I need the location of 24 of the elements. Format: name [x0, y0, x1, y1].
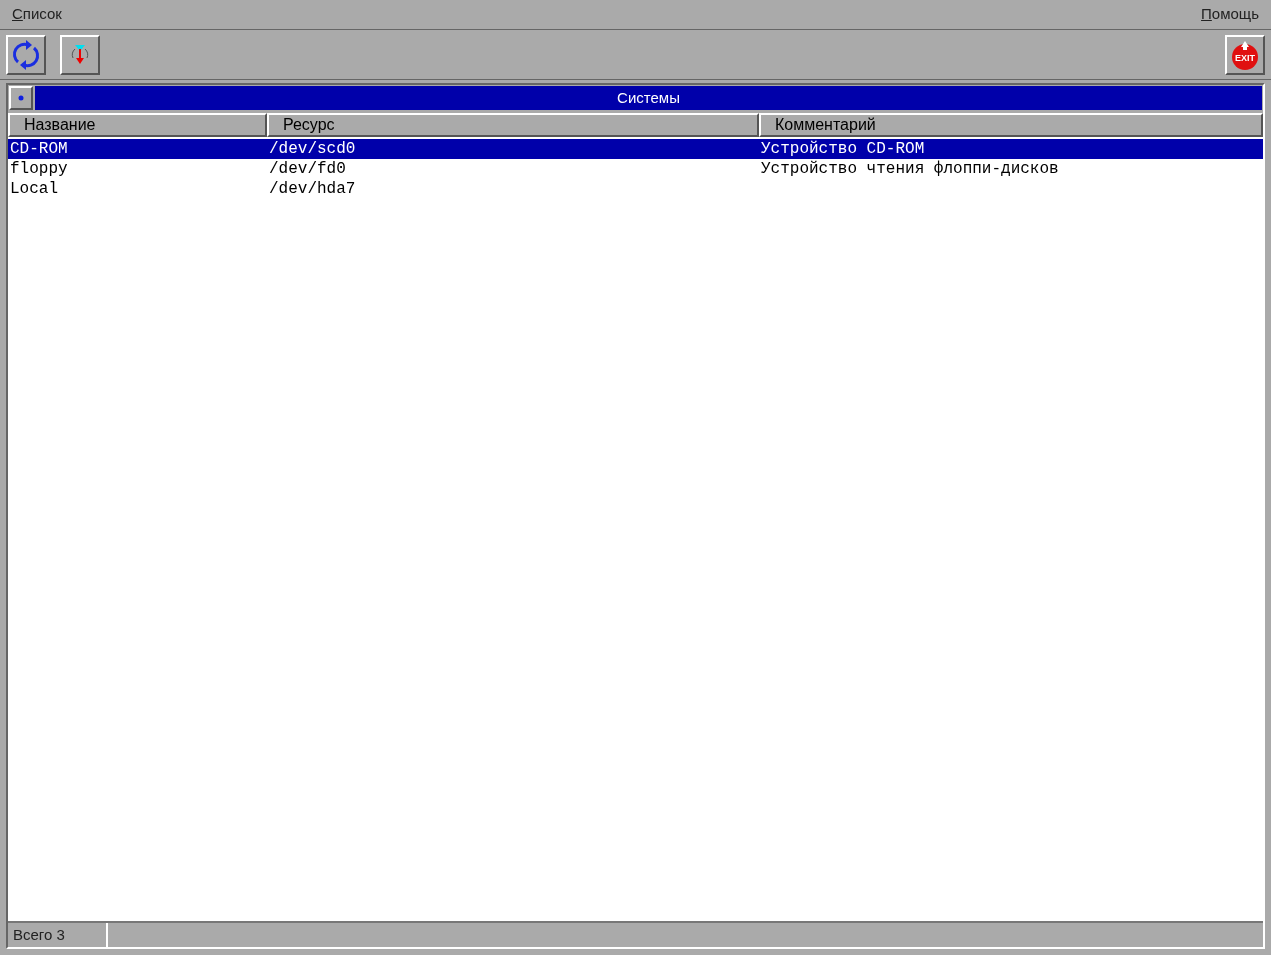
panel-title: Системы: [35, 86, 1262, 110]
table-cell: Local: [10, 180, 58, 198]
table-cell: CD-ROM: [10, 140, 68, 158]
table-cell: Устройство чтения флоппи-дисков: [761, 160, 1059, 178]
panel-menu-button[interactable]: [9, 86, 33, 110]
table-row[interactable]: CD-ROM /dev/scd0 Устройство CD-ROM: [8, 139, 1263, 159]
mount-button[interactable]: [60, 34, 100, 75]
arrow-down-icon: [69, 43, 91, 66]
table-cell: /dev/scd0: [269, 140, 356, 158]
column-header[interactable]: Ресурс: [267, 113, 759, 137]
table-cell: Устройство CD-ROM: [761, 140, 925, 158]
table-cell: floppy: [10, 160, 68, 178]
dot-icon: [18, 95, 24, 101]
column-header[interactable]: Название: [8, 113, 267, 137]
refresh-button[interactable]: [6, 34, 46, 75]
table-cell: /dev/fd0: [269, 160, 346, 178]
refresh-icon: [12, 37, 40, 72]
menu-item[interactable]: Список: [12, 3, 62, 26]
table-cell: /dev/hda7: [269, 180, 356, 198]
menu-item[interactable]: Помощь: [1201, 3, 1259, 26]
table-row[interactable]: floppy /dev/fd0 Устройство чтения флоппи-дисков: [8, 159, 1263, 179]
status-text: Всего 3: [8, 923, 108, 947]
column-header[interactable]: Комментарий: [759, 113, 1263, 137]
table-row[interactable]: Local /dev/hda7: [8, 179, 1263, 199]
